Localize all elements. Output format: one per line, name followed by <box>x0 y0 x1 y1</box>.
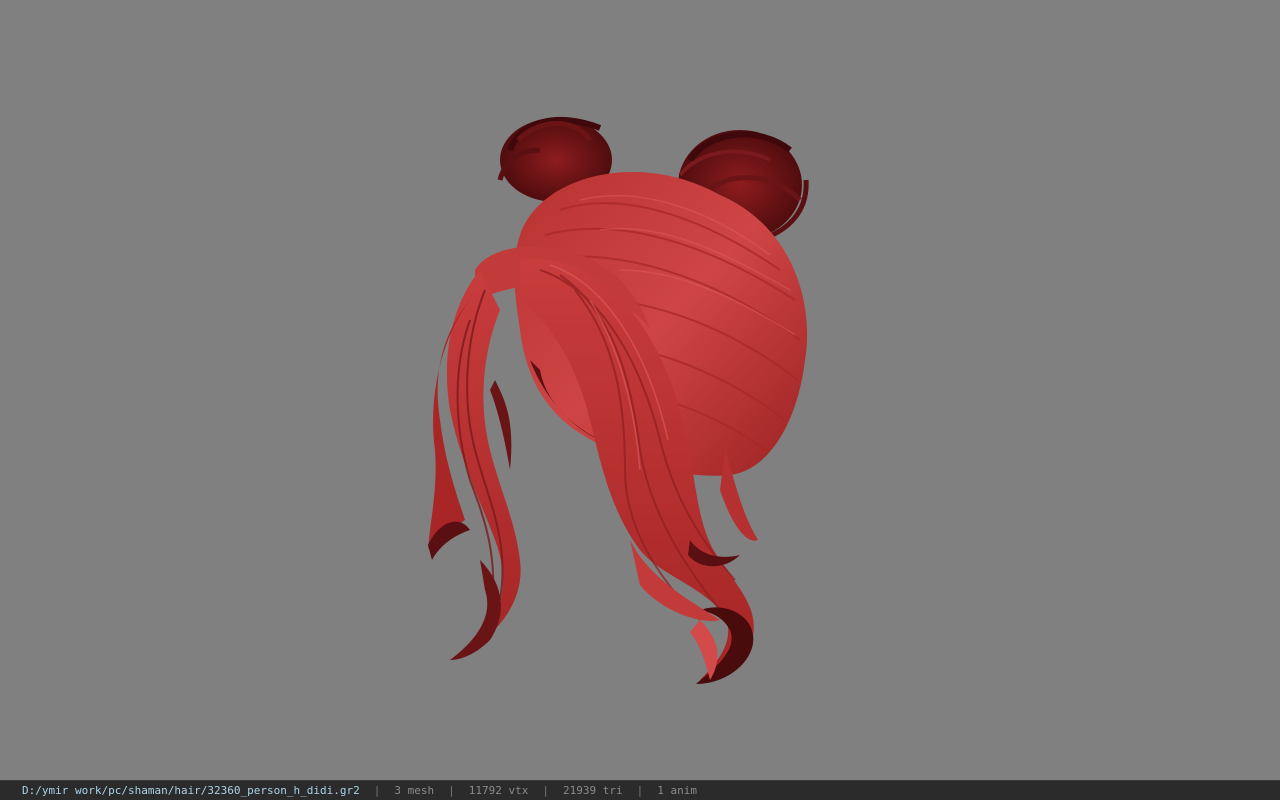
vertex-count: 11792 vtx <box>468 784 529 797</box>
separator: | <box>636 784 644 797</box>
mesh-count: 3 mesh <box>394 784 435 797</box>
file-path: D:/ymir work/pc/shaman/hair/32360_person… <box>22 784 360 797</box>
separator: | <box>448 784 455 797</box>
animation-count: 1 anim <box>657 784 697 797</box>
triangle-count: 21939 tri <box>563 784 623 797</box>
separator: | <box>542 784 549 797</box>
hair-model[interactable] <box>0 0 1280 780</box>
status-bar: D:/ymir work/pc/shaman/hair/32360_person… <box>0 780 1280 800</box>
separator: | <box>373 784 381 797</box>
3d-viewport[interactable] <box>0 0 1280 780</box>
